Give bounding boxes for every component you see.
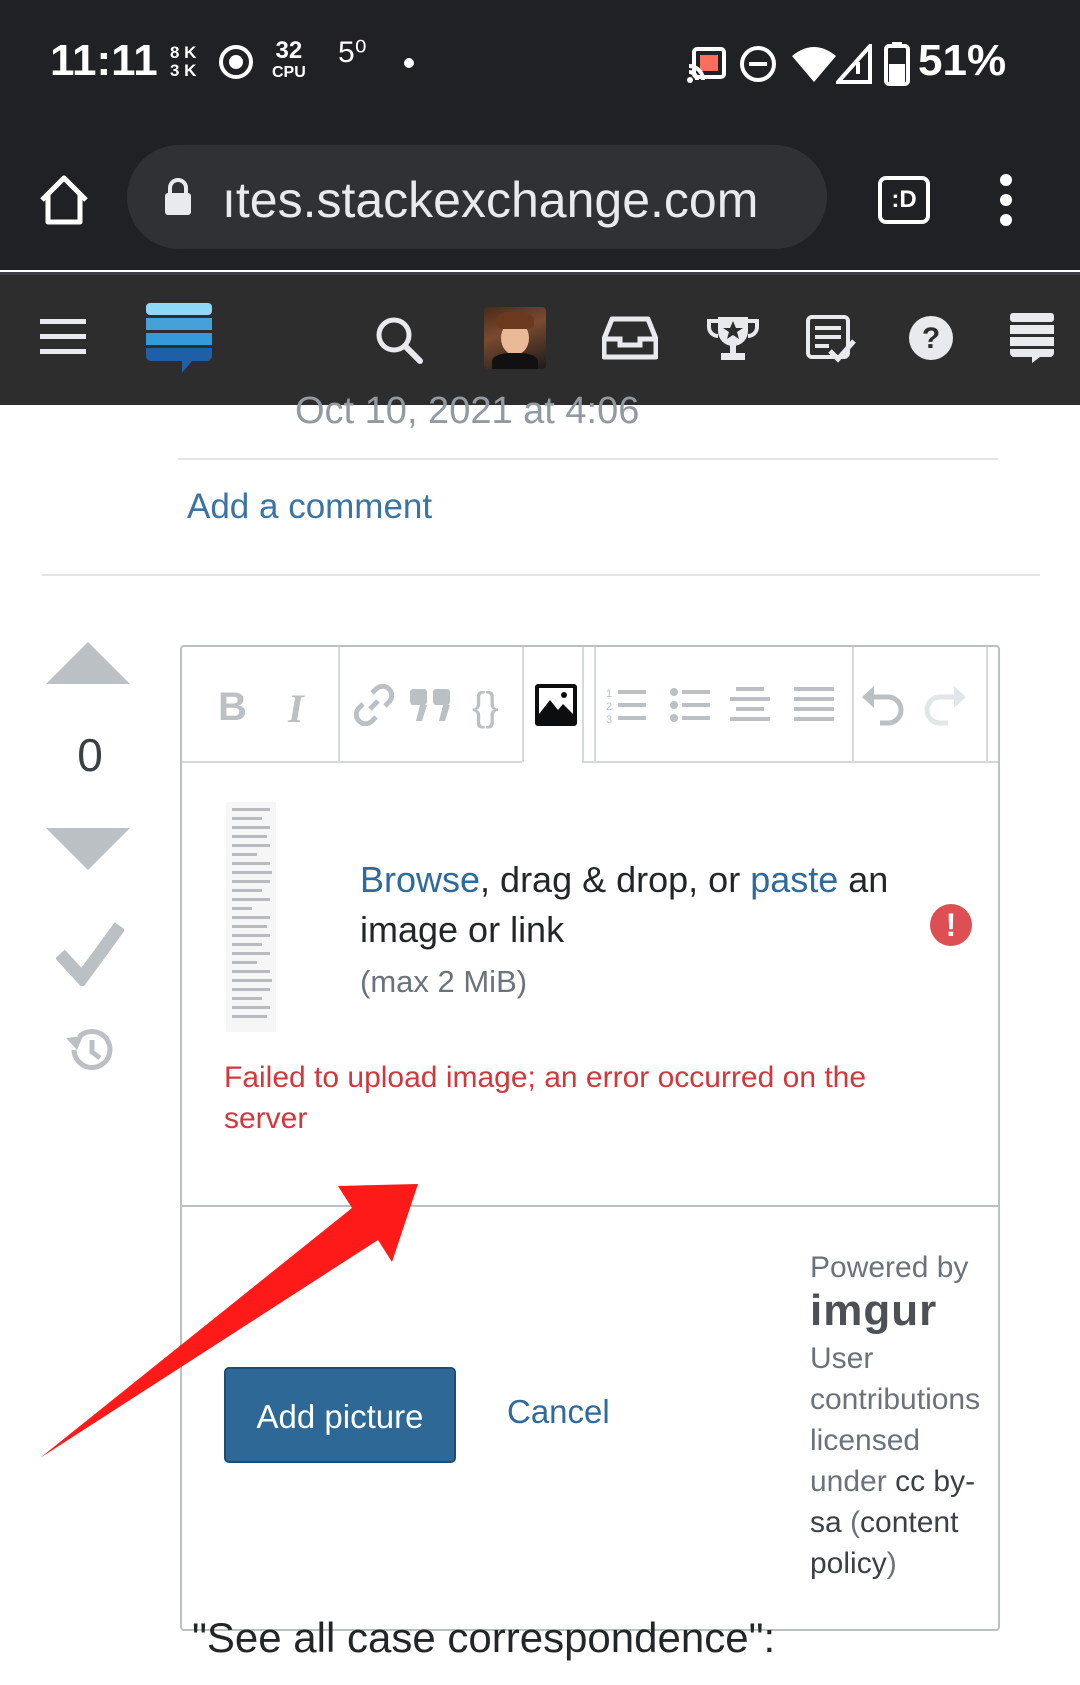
wifi-icon [792, 47, 836, 82]
upload-instructions: Browse, drag & drop, or paste an image o… [360, 855, 920, 955]
help-icon[interactable]: ? [908, 315, 954, 361]
cpu-indicator: 32 CPU [272, 37, 306, 84]
lock-icon [165, 178, 191, 215]
upload-error-message: Failed to upload image; an error occurre… [224, 1061, 867, 1135]
cpu-label: CPU [272, 64, 306, 81]
signal-icon [836, 44, 872, 84]
network-speed: 8 K 3 K [170, 44, 196, 80]
toolbar-separator [986, 647, 988, 762]
url-text: ıtes.stackexchange.com [222, 172, 759, 228]
imgur-attribution: Powered by imgur User contributions lice… [810, 1247, 1000, 1584]
site-header: ? [0, 272, 1080, 405]
review-queue-icon[interactable] [806, 315, 856, 363]
toolbar-separator [338, 647, 340, 762]
hamburger-menu-icon[interactable] [40, 319, 86, 355]
status-bar: 11:11 8 K 3 K 32 CPU 5⁰ 51% [0, 0, 1080, 130]
home-icon[interactable] [36, 172, 92, 228]
toolbar-separator [594, 647, 596, 762]
svg-text:1: 1 [606, 688, 612, 700]
license-text: ) [886, 1547, 897, 1580]
vote-count: 0 [77, 729, 103, 781]
browser-toolbar: ıtes.stackexchange.com :D [0, 130, 1080, 270]
post-body-text: "See all case correspondence": [192, 1614, 776, 1661]
toolbar-separator [522, 647, 524, 762]
divider [178, 458, 998, 460]
inbox-icon[interactable] [602, 315, 658, 361]
numbered-list-icon[interactable]: 1 2 3 [606, 685, 646, 725]
max-size-note: (max 2 MiB) [360, 964, 528, 999]
divider [42, 574, 1040, 576]
accept-checkmark-icon[interactable] [56, 920, 124, 986]
cast-icon [687, 47, 726, 83]
screen-record-icon [219, 45, 253, 79]
svg-text:3: 3 [606, 714, 612, 725]
editor-toolbar: B I {} 1 2 3 [182, 647, 998, 763]
cpu-value: 32 [275, 37, 303, 64]
add-picture-button[interactable]: Add picture [224, 1367, 456, 1463]
horizontal-rule-icon[interactable] [794, 685, 834, 725]
temperature: 5⁰ [338, 36, 367, 69]
do-not-disturb-icon [740, 46, 776, 82]
dialog-divider [182, 1205, 998, 1207]
upvote-icon[interactable] [46, 642, 130, 684]
achievements-trophy-icon[interactable] [706, 313, 760, 363]
code-button[interactable]: {} [472, 685, 499, 730]
tab-switcher-button[interactable]: :D [878, 176, 930, 224]
imgur-logo[interactable]: imgur [810, 1288, 1000, 1334]
browse-link[interactable]: Browse [360, 859, 480, 900]
comment-timestamp: Oct 10, 2021 at 4:06 [295, 390, 640, 432]
toolbar-border [582, 761, 998, 763]
svg-text:2: 2 [606, 701, 612, 713]
clock: 11:11 [50, 36, 158, 85]
stackexchange-logo-icon[interactable] [146, 303, 212, 375]
heading-icon[interactable] [730, 685, 770, 725]
address-bar[interactable]: ıtes.stackexchange.com [127, 145, 827, 249]
toolbar-separator [582, 647, 584, 762]
italic-button[interactable]: I [288, 685, 304, 732]
error-alert-icon: ! [930, 904, 972, 946]
net-up: 8 K [170, 43, 197, 62]
add-comment-link[interactable]: Add a comment [187, 487, 432, 527]
license-text: ( [841, 1506, 861, 1539]
toolbar-border [182, 761, 522, 763]
paste-link[interactable]: paste [750, 859, 838, 900]
toolbar-separator [852, 647, 854, 762]
net-down: 3 K [170, 61, 197, 80]
avatar[interactable] [484, 307, 546, 369]
bulleted-list-icon[interactable] [670, 685, 710, 725]
battery-percent: 51% [918, 36, 1007, 85]
svg-text:?: ? [922, 322, 940, 355]
battery-icon [884, 42, 910, 86]
powered-by-text: Powered by [810, 1251, 969, 1284]
history-icon[interactable] [64, 1026, 116, 1074]
cancel-button[interactable]: Cancel [507, 1393, 610, 1431]
bold-button[interactable]: B [218, 685, 247, 730]
redo-icon[interactable] [922, 683, 968, 727]
blockquote-icon[interactable] [410, 687, 452, 723]
search-icon[interactable] [374, 315, 424, 365]
site-switcher-icon[interactable] [1010, 311, 1054, 363]
uploaded-image-thumbnail [226, 802, 276, 1032]
downvote-icon[interactable] [46, 828, 130, 870]
more-options-icon[interactable] [996, 172, 1016, 228]
notification-dot-icon [404, 58, 414, 68]
link-icon[interactable] [352, 683, 396, 727]
image-icon[interactable] [534, 683, 578, 727]
upload-text: , drag & drop, or [480, 859, 751, 900]
undo-icon[interactable] [860, 683, 906, 727]
answer-editor: B I {} 1 2 3 Browse, drag & drop, or pas… [180, 645, 1000, 1631]
